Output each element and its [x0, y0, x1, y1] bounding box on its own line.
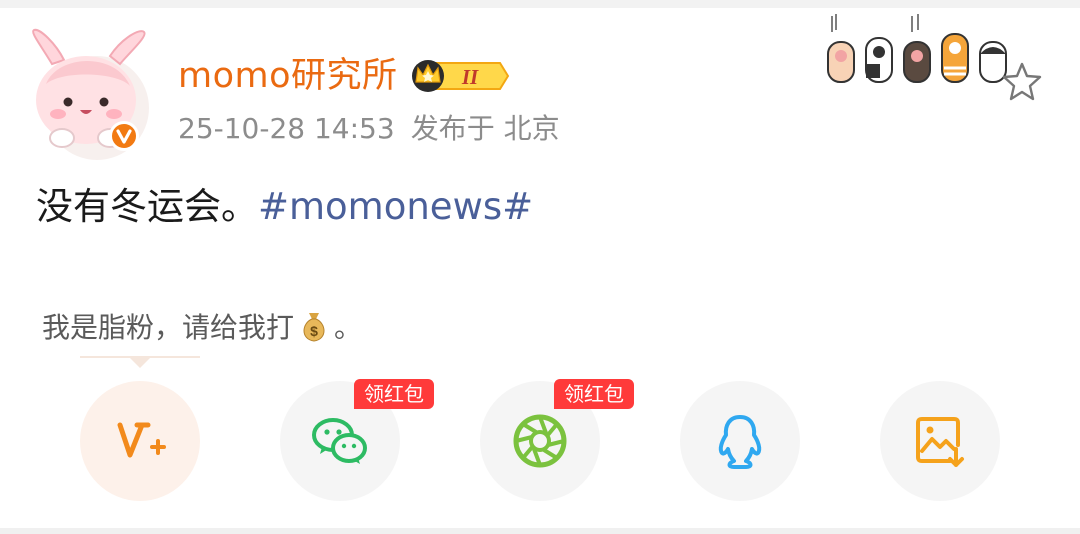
username[interactable]: momo研究所 — [178, 54, 398, 98]
timestamp: 25-10-28 14:53 — [178, 112, 395, 145]
location: 发布于 北京 — [410, 112, 560, 145]
v-plus-share-button[interactable] — [80, 381, 200, 501]
qq-share-button[interactable] — [680, 381, 800, 501]
red-packet-badge[interactable]: 领红包 — [354, 379, 434, 409]
verified-badge-icon — [109, 121, 139, 151]
bottom-divider — [0, 528, 1080, 534]
level-badge-text: II — [461, 65, 479, 89]
post-body: 没有冬运会。 — [36, 185, 258, 228]
wechat-icon — [312, 418, 367, 464]
save-image-icon — [916, 417, 964, 467]
svg-text:$: $ — [310, 323, 318, 339]
v-plus-icon — [117, 422, 166, 458]
top-divider — [0, 0, 1080, 8]
fans-note-end: 。 — [334, 311, 363, 344]
favorite-star-icon[interactable] — [1000, 60, 1044, 104]
post-text: 没有冬运会。#momonews# — [36, 184, 533, 230]
post-meta: 25-10-28 14:53 发布于 北京 — [178, 111, 576, 147]
moments-icon — [513, 414, 567, 468]
fans-note-text: 我是脂粉，请给我打 — [42, 311, 295, 344]
save-image-share-button[interactable] — [880, 381, 1000, 501]
hashtag-link[interactable]: #momonews# — [258, 185, 533, 228]
crown-level-badge-icon[interactable]: II — [408, 58, 512, 94]
pointer-arrow — [128, 356, 152, 368]
red-packet-badge[interactable]: 领红包 — [554, 379, 634, 409]
qq-icon — [718, 415, 762, 469]
money-bag-icon: $ — [303, 313, 325, 342]
fans-note: 我是脂粉，请给我打 $ 。 — [42, 309, 362, 346]
